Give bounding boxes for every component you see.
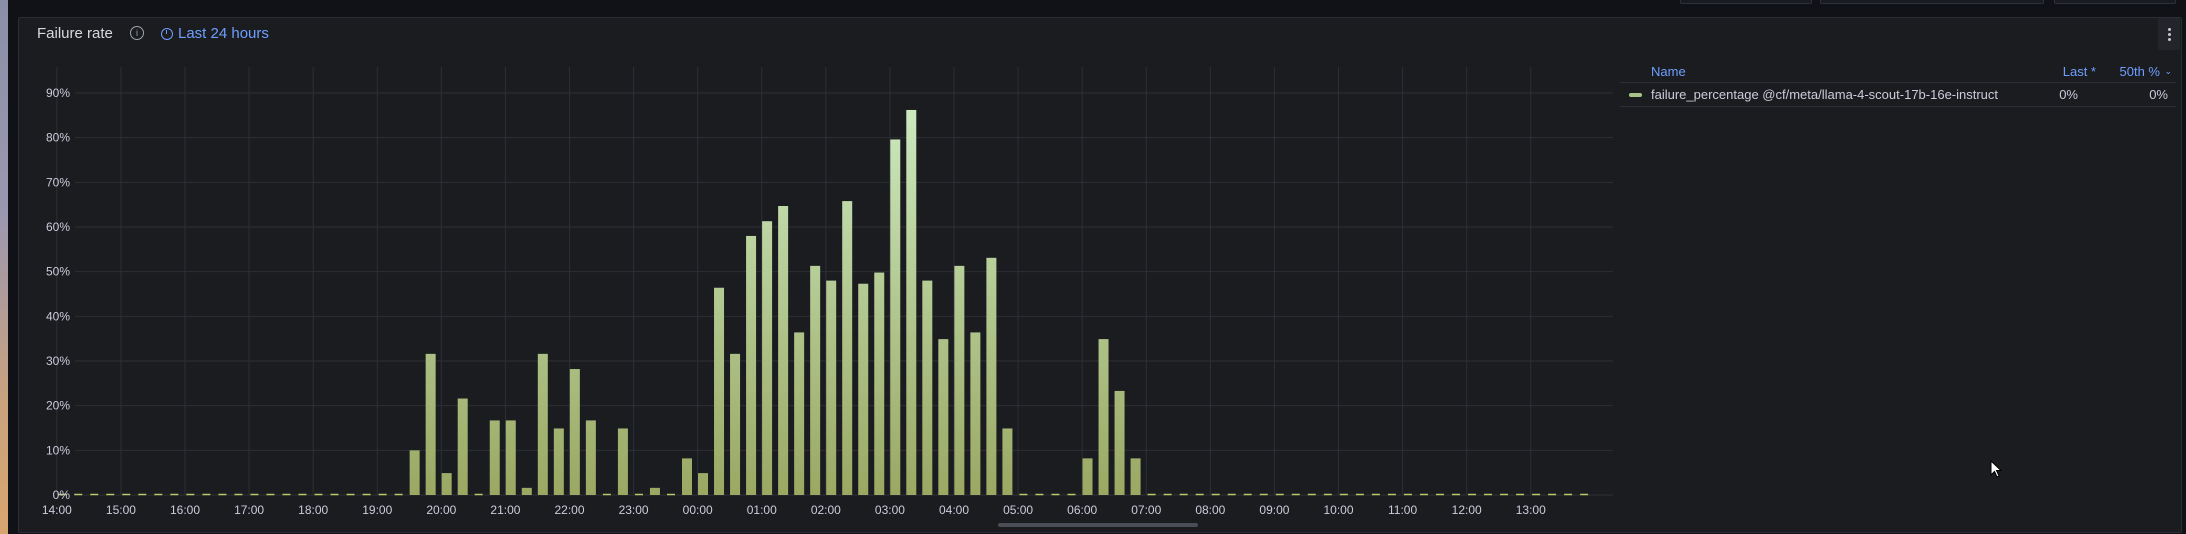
bar	[746, 235, 757, 495]
x-tick-label: 14:00	[42, 503, 72, 517]
bar	[858, 283, 869, 495]
bar	[537, 353, 548, 495]
bar	[810, 265, 821, 495]
bar	[874, 272, 885, 495]
bar	[826, 280, 837, 495]
bar	[906, 109, 917, 496]
y-tick-label: 60%	[46, 220, 70, 234]
bar	[890, 139, 901, 495]
x-tick-label: 22:00	[554, 503, 584, 517]
y-tick-label: 80%	[46, 131, 70, 145]
horizontal-scrollbar[interactable]	[998, 523, 1198, 527]
bar	[1002, 428, 1013, 495]
bar	[762, 221, 773, 495]
legend-series-name[interactable]: failure_percentage @cf/meta/llama-4-scou…	[1651, 87, 1998, 102]
legend-header: Name Last * 50th % ⌄	[1620, 60, 2176, 83]
bar	[938, 339, 949, 495]
x-tick-label: 07:00	[1131, 503, 1161, 517]
y-tick-label: 90%	[46, 86, 70, 100]
bar	[569, 369, 580, 495]
x-tick-label: 23:00	[619, 503, 649, 517]
x-tick-label: 05:00	[1003, 503, 1033, 517]
y-tick-label: 70%	[46, 175, 70, 189]
bar	[698, 473, 709, 495]
bar	[986, 257, 997, 495]
y-tick-label: 50%	[46, 265, 70, 279]
bar	[922, 280, 933, 495]
bar	[681, 458, 692, 495]
bar	[521, 487, 532, 495]
x-tick-label: 17:00	[234, 503, 264, 517]
x-tick-label: 02:00	[811, 503, 841, 517]
legend-p50-value: 0%	[2149, 87, 2168, 102]
legend-header-p50[interactable]: 50th %	[2120, 64, 2160, 79]
mouse-cursor-icon	[1990, 460, 2003, 478]
x-tick-label: 15:00	[106, 503, 136, 517]
bar	[425, 353, 436, 495]
legend-row[interactable]: failure_percentage @cf/meta/llama-4-scou…	[1620, 83, 2176, 107]
x-tick-label: 04:00	[939, 503, 969, 517]
x-tick-label: 16:00	[170, 503, 200, 517]
x-tick-label: 11:00	[1388, 503, 1417, 517]
bar	[1082, 458, 1093, 495]
y-tick-label: 0%	[53, 488, 71, 502]
bar	[553, 428, 564, 495]
bar	[585, 420, 596, 495]
x-tick-label: 06:00	[1067, 503, 1097, 517]
y-tick-label: 10%	[46, 443, 70, 457]
x-tick-label: 00:00	[683, 503, 713, 517]
bar	[617, 428, 628, 495]
legend-header-name[interactable]: Name	[1651, 64, 1686, 79]
x-tick-label: 03:00	[875, 503, 905, 517]
bar	[794, 332, 805, 495]
series-color-swatch	[1629, 93, 1642, 97]
x-tick-label: 08:00	[1195, 503, 1225, 517]
bar	[441, 473, 452, 495]
bar	[714, 287, 725, 495]
y-tick-label: 20%	[46, 399, 70, 413]
x-tick-label: 19:00	[362, 503, 392, 517]
bar	[1114, 390, 1125, 495]
bar	[842, 201, 853, 496]
bar	[649, 487, 660, 495]
bar	[409, 450, 420, 495]
bar	[489, 420, 500, 495]
x-tick-label: 13:00	[1516, 503, 1546, 517]
bar	[778, 206, 789, 496]
x-tick-label: 09:00	[1259, 503, 1289, 517]
bar	[1098, 339, 1109, 495]
x-tick-label: 18:00	[298, 503, 328, 517]
x-tick-label: 01:00	[747, 503, 777, 517]
bar	[970, 332, 981, 495]
x-tick-label: 20:00	[426, 503, 456, 517]
bar	[954, 265, 965, 495]
x-tick-label: 21:00	[490, 503, 520, 517]
legend-table: Name Last * 50th % ⌄ failure_percentage …	[1620, 60, 2176, 107]
bar	[505, 420, 516, 495]
legend-last-value: 0%	[2059, 87, 2078, 102]
y-tick-label: 40%	[46, 309, 70, 323]
legend-header-last[interactable]: Last *	[2063, 64, 2096, 79]
chevron-down-icon[interactable]: ⌄	[2164, 66, 2172, 77]
bar	[457, 398, 468, 495]
x-tick-label: 12:00	[1452, 503, 1482, 517]
y-tick-label: 30%	[46, 354, 70, 368]
bar	[1130, 458, 1141, 495]
bar	[730, 353, 741, 495]
x-tick-label: 10:00	[1323, 503, 1353, 517]
